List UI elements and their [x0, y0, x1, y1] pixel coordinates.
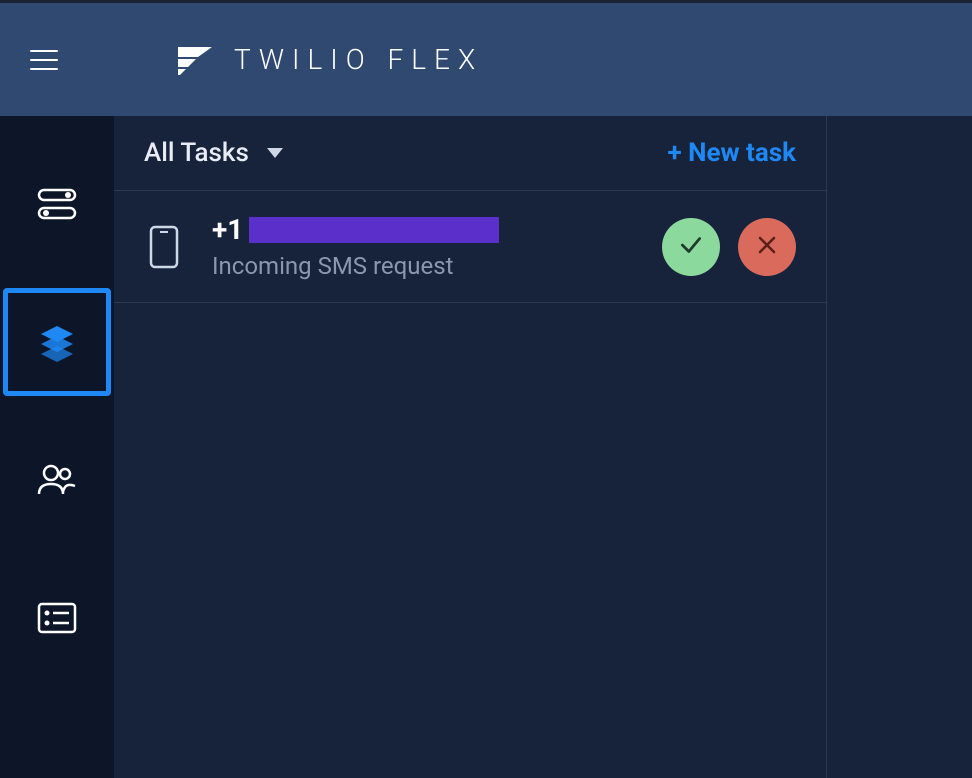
hamburger-icon: [30, 50, 58, 70]
twilio-flex-logo-icon: [178, 43, 212, 77]
right-panel: [827, 116, 972, 778]
chevron-down-icon: [267, 148, 283, 158]
menu-button[interactable]: [20, 36, 68, 84]
sidebar-item-tasks[interactable]: [3, 288, 111, 396]
task-filter-label: All Tasks: [144, 138, 249, 168]
toggle-icon: [37, 184, 77, 224]
close-icon: [755, 233, 779, 261]
layers-icon: [37, 322, 77, 362]
people-icon: [37, 460, 77, 500]
check-icon: [678, 232, 704, 262]
brand-name: TWILIO FLEX: [234, 43, 483, 76]
sidebar-item-list[interactable]: [3, 564, 111, 672]
task-phone-prefix: +1: [212, 213, 243, 246]
task-info: +1 Incoming SMS request: [212, 213, 634, 280]
task-actions: [662, 218, 796, 276]
new-task-button[interactable]: + New task: [667, 138, 796, 168]
task-subtitle: Incoming SMS request: [212, 252, 634, 280]
brand: TWILIO FLEX: [178, 43, 483, 77]
accept-task-button[interactable]: [662, 218, 720, 276]
task-phone-line: +1: [212, 213, 634, 246]
reject-task-button[interactable]: [738, 218, 796, 276]
sidebar-item-team[interactable]: [3, 426, 111, 534]
sidebar: [0, 116, 114, 778]
task-panel-header: All Tasks + New task: [114, 116, 826, 191]
list-icon: [37, 598, 77, 638]
task-panel: All Tasks + New task +1 Incoming SMS req…: [114, 116, 827, 778]
sidebar-item-status[interactable]: [3, 150, 111, 258]
task-filter-dropdown[interactable]: All Tasks: [144, 138, 283, 168]
smartphone-icon: [144, 223, 184, 271]
app-header: TWILIO FLEX: [0, 0, 972, 116]
task-row[interactable]: +1 Incoming SMS request: [114, 191, 826, 303]
redacted-phone: [249, 217, 499, 243]
